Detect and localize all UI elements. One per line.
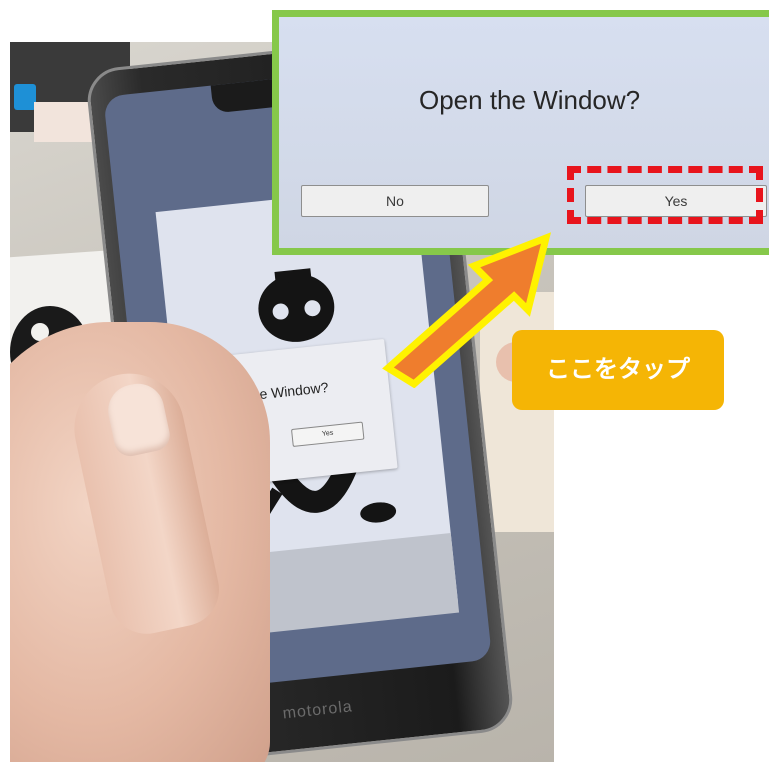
no-button[interactable]: No [301,185,489,217]
dialog-title: Open the Window? [419,85,641,115]
phone-yes-button[interactable]: Yes [290,421,365,448]
tap-here-label: ここをタップ [512,330,724,410]
yes-button-highlight [567,166,763,224]
background-blue-object [14,84,36,110]
